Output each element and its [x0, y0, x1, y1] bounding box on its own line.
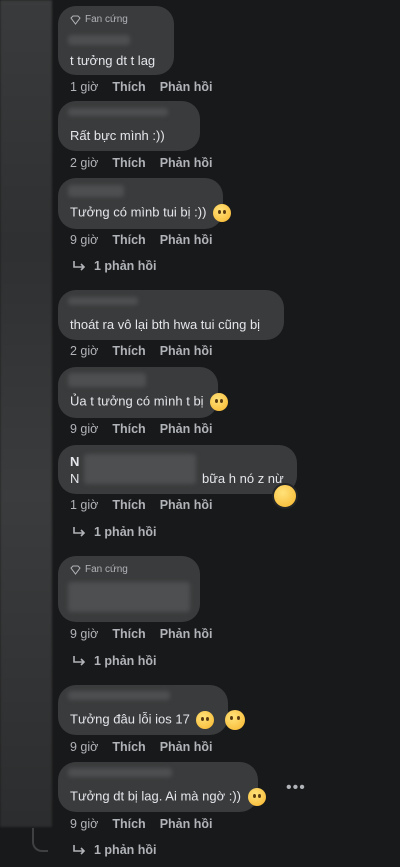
comment-text: t tưởng dt t lag — [70, 53, 156, 68]
reply-button[interactable]: Phản hồi — [160, 156, 213, 170]
reply-arrow-icon — [73, 845, 86, 855]
blurred-username — [84, 454, 196, 484]
comment-actions: 9 giờ Thích Phản hồi — [70, 233, 212, 247]
comment-time: 2 giờ — [70, 344, 99, 358]
comment-time: 9 giờ — [70, 422, 99, 436]
comment-time: 9 giờ — [70, 740, 99, 754]
replies-count: 1 phản hồi — [94, 259, 157, 273]
reply-arrow-icon — [73, 261, 86, 271]
blurred-username — [68, 373, 146, 387]
fan-badge-label: Fan cứng — [85, 14, 128, 25]
more-dots-icon[interactable]: ••• — [286, 779, 306, 797]
like-button[interactable]: Thích — [112, 80, 145, 94]
view-replies-link[interactable]: 1 phản hồi — [72, 843, 157, 857]
reply-button[interactable]: Phản hồi — [160, 422, 213, 436]
comment-text-prefix: N — [70, 471, 80, 486]
comment-time: 1 giờ — [70, 80, 99, 94]
comment-text: thoát ra vô lại bth hwa tui cũng bị — [70, 317, 261, 332]
comment-text: Rất bực mình :)) — [70, 128, 165, 143]
comment-actions: 9 giờ Thích Phản hồi — [70, 627, 212, 641]
thread-connector-line — [32, 828, 48, 852]
reply-button[interactable]: Phản hồi — [160, 233, 213, 247]
reply-arrow-icon — [73, 656, 86, 666]
comment-bubble: Tưởng dt bị lag. Ai mà ngờ :)) — [58, 762, 266, 812]
reaction-emoji-icon[interactable] — [272, 483, 298, 509]
comment-actions: 9 giờ Thích Phản hồi — [70, 422, 212, 436]
like-button[interactable]: Thích — [112, 627, 145, 641]
comment-author: N — [70, 454, 80, 469]
blurred-left-panel — [0, 0, 52, 827]
comment-text: Ủa t tưởng có mình t bị — [70, 393, 229, 411]
blurred-comment-content — [68, 582, 190, 612]
reply-button[interactable]: Phản hồi — [160, 80, 213, 94]
replies-count: 1 phản hồi — [94, 843, 157, 857]
blurred-username — [68, 691, 170, 700]
comment-text: bữa h nó z nừ — [202, 471, 284, 486]
reply-button[interactable]: Phản hồi — [160, 498, 213, 512]
like-button[interactable]: Thích — [112, 156, 145, 170]
reply-arrow-icon — [73, 527, 86, 537]
comment-actions: 9 giờ Thích Phản hồi — [70, 817, 212, 831]
reply-button[interactable]: Phản hồi — [160, 344, 213, 358]
blurred-username — [68, 768, 172, 777]
comment-actions: 1 giờ Thích Phản hồi — [70, 498, 212, 512]
like-button[interactable]: Thích — [112, 422, 145, 436]
blurred-username — [68, 185, 124, 197]
comment-actions: 2 giờ Thích Phản hồi — [70, 344, 212, 358]
comment-bubble: Ủa t tưởng có mình t bị — [58, 367, 229, 418]
emoji-icon — [196, 711, 215, 729]
blurred-username — [68, 35, 130, 45]
fan-badge-label: Fan cứng — [85, 564, 128, 575]
comment-time: 2 giờ — [70, 156, 99, 170]
like-button[interactable]: Thích — [112, 740, 145, 754]
comment-time: 1 giờ — [70, 498, 99, 512]
comment-time: 9 giờ — [70, 627, 99, 641]
fan-badge: Fan cứng — [70, 564, 128, 575]
comment-text: Tưởng dt bị lag. Ai mà ngờ :)) — [70, 788, 266, 806]
view-replies-link[interactable]: 1 phản hồi — [72, 525, 157, 539]
comment-actions: 9 giờ Thích Phản hồi — [70, 740, 212, 754]
reply-button[interactable]: Phản hồi — [160, 817, 213, 831]
comment-bubble: Fan cứng — [58, 556, 200, 622]
comment-bubble: thoát ra vô lại bth hwa tui cũng bị — [58, 290, 284, 340]
like-button[interactable]: Thích — [112, 344, 145, 358]
comment-actions: 2 giờ Thích Phản hồi — [70, 156, 212, 170]
comment-bubble: Fan cứng t tưởng dt t lag — [58, 6, 174, 75]
replies-count: 1 phản hồi — [94, 525, 157, 539]
comment-bubble: Tưởng có mìnb tui bị :)) — [58, 178, 232, 229]
fan-badge: Fan cứng — [70, 14, 128, 25]
like-button[interactable]: Thích — [112, 817, 145, 831]
diamond-icon — [70, 15, 81, 25]
reply-button[interactable]: Phản hồi — [160, 627, 213, 641]
blurred-username — [68, 297, 138, 305]
comment-bubble: Tưởng đâu lỗi ios 17 — [58, 685, 228, 735]
emoji-icon — [225, 710, 245, 730]
view-replies-link[interactable]: 1 phản hồi — [72, 654, 157, 668]
comment-time: 9 giờ — [70, 817, 99, 831]
comment-bubble: Rất bực mình :)) — [58, 101, 200, 151]
view-replies-link[interactable]: 1 phản hồi — [72, 259, 157, 273]
reply-button[interactable]: Phản hồi — [160, 740, 213, 754]
emoji-icon — [247, 788, 266, 806]
like-button[interactable]: Thích — [112, 498, 145, 512]
diamond-icon — [70, 565, 81, 575]
comment-text: Tưởng đâu lỗi ios 17 — [70, 711, 215, 729]
emoji-icon — [210, 393, 229, 411]
like-button[interactable]: Thích — [112, 233, 145, 247]
comment-time: 9 giờ — [70, 233, 99, 247]
comment-bubble: N N bữa h nó z nừ — [58, 445, 297, 494]
comment-text: Tưởng có mìnb tui bị :)) — [70, 204, 232, 222]
replies-count: 1 phản hồi — [94, 654, 157, 668]
emoji-icon — [213, 204, 232, 222]
comment-actions: 1 giờ Thích Phản hồi — [70, 80, 212, 94]
blurred-username — [68, 108, 168, 116]
